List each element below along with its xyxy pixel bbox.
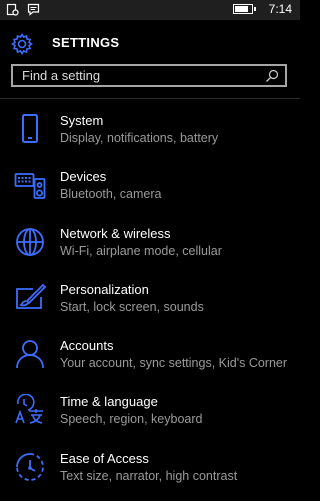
- settings-item-time-language[interactable]: Time & language Speech, region, keyboard: [0, 388, 300, 444]
- page-title: SETTINGS: [52, 35, 120, 50]
- search-placeholder: Find a setting: [22, 68, 101, 83]
- settings-item-ease-of-access[interactable]: Ease of Access Text size, narrator, high…: [0, 445, 300, 501]
- settings-item-system[interactable]: System Display, notifications, battery: [0, 107, 300, 163]
- settings-item-accounts[interactable]: Accounts Your account, sync settings, Ki…: [0, 332, 300, 388]
- item-label: Network & wireless: [60, 225, 171, 241]
- search-input[interactable]: Find a setting: [11, 64, 287, 87]
- item-subtitle: Text size, narrator, high contrast: [60, 468, 238, 483]
- message-icon[interactable]: [27, 3, 40, 21]
- item-label: Ease of Access: [60, 450, 149, 466]
- item-label: System: [60, 113, 104, 128]
- settings-item-personalization[interactable]: Personalization Start, lock screen, soun…: [0, 276, 300, 332]
- item-label: Time & language: [60, 394, 158, 410]
- keyboard-speaker-icon: [14, 169, 46, 201]
- battery-icon: [232, 4, 256, 14]
- notification-settings-icon[interactable]: [6, 3, 19, 21]
- phone-icon: [14, 113, 46, 145]
- settings-list: System Display, notifications, battery D…: [0, 107, 300, 501]
- paintbrush-icon: [14, 282, 47, 314]
- item-subtitle: Display, notifications, battery: [60, 131, 219, 145]
- globe-icon: [14, 226, 46, 258]
- page-header: SETTINGS: [0, 20, 300, 66]
- settings-item-devices[interactable]: Devices Bluetooth, camera: [0, 163, 300, 219]
- item-label: Accounts: [60, 338, 114, 354]
- settings-item-network[interactable]: Network & wireless Wi-Fi, airplane mode,…: [0, 220, 300, 276]
- clock: 7:14: [268, 2, 292, 16]
- gear-icon: [10, 32, 34, 61]
- item-label: Devices: [60, 169, 107, 185]
- divider: [0, 98, 300, 99]
- person-icon: [14, 338, 46, 370]
- item-subtitle: Start, lock screen, sounds: [60, 299, 204, 314]
- item-label: Personalization: [60, 281, 149, 297]
- item-subtitle: Wi-Fi, airplane mode, cellular: [60, 243, 222, 258]
- item-subtitle: Your account, sync settings, Kid's Corne…: [60, 356, 288, 371]
- item-subtitle: Speech, region, keyboard: [60, 412, 203, 427]
- clock-accessibility-icon: [14, 451, 46, 483]
- language-icon: [14, 393, 46, 426]
- search-icon[interactable]: [265, 69, 279, 88]
- status-bar: 7:14: [0, 0, 300, 20]
- item-subtitle: Bluetooth, camera: [60, 187, 162, 202]
